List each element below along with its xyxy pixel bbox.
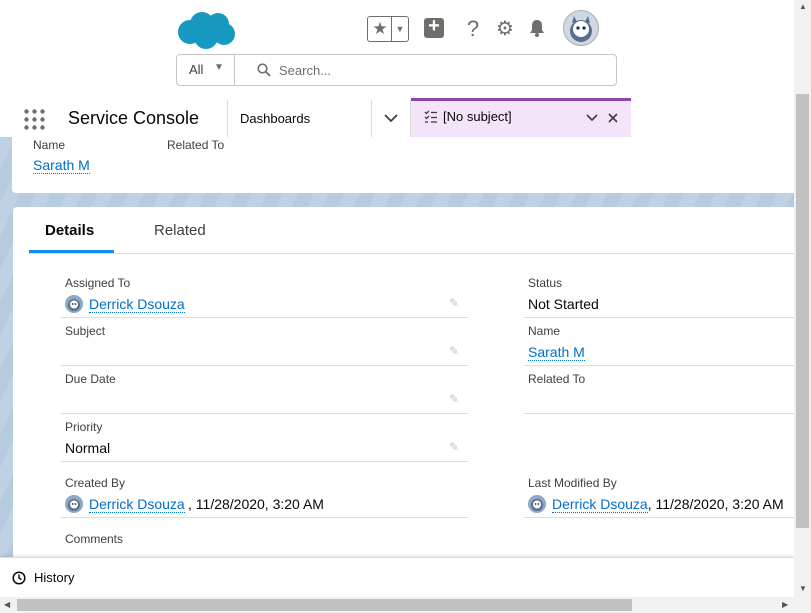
comments-label: Comments	[65, 532, 124, 546]
favorites-button[interactable]: ★ ▼	[367, 16, 409, 42]
last-modified-date: , 11/28/2020, 3:20 AM	[647, 496, 784, 512]
priority-label: Priority	[65, 420, 103, 434]
utility-item-history[interactable]: History	[8, 566, 88, 590]
history-label: History	[34, 570, 75, 585]
console-nav-bar: Service Console Dashboards [No subject]	[0, 98, 794, 140]
created-by-label: Created By	[65, 476, 126, 490]
status-label: Status	[528, 276, 563, 290]
search-input[interactable]	[277, 59, 601, 81]
scroll-left-arrow-icon[interactable]: ◀	[4, 600, 10, 609]
app-launcher-icon[interactable]	[24, 109, 45, 130]
name-label: Name	[528, 324, 561, 338]
status-value: Not Started	[528, 296, 599, 312]
plus-icon: +	[428, 15, 440, 37]
tab-no-subject[interactable]: [No subject]	[411, 98, 631, 137]
divider	[61, 317, 468, 318]
divider	[524, 517, 803, 518]
astro-avatar-icon	[570, 16, 592, 42]
name-link[interactable]: Sarath M	[33, 157, 90, 174]
divider	[61, 461, 468, 462]
global-header: ★ ▼ + ? ⚙ All ▼	[0, 0, 794, 101]
scroll-right-arrow-icon[interactable]: ▶	[782, 600, 788, 609]
gear-icon[interactable]: ⚙	[494, 17, 516, 41]
divider	[61, 413, 468, 414]
chevron-down-icon[interactable]	[586, 114, 598, 122]
pencil-icon[interactable]: ✎	[449, 345, 461, 357]
scroll-down-arrow-icon[interactable]: ▼	[799, 584, 807, 593]
related-to-label: Related To	[167, 138, 225, 152]
divider	[391, 17, 392, 41]
chevron-down-icon: ▼	[214, 62, 224, 73]
user-avatar-icon	[528, 495, 546, 513]
utility-bar: History	[0, 557, 794, 598]
pencil-icon[interactable]: ✎	[449, 393, 461, 405]
pencil-icon[interactable]: ✎	[449, 297, 461, 309]
nav-item-dashboards[interactable]: Dashboards	[240, 111, 310, 126]
search-icon	[257, 63, 271, 77]
last-modified-by-label: Last Modified By	[528, 476, 617, 490]
horizontal-scroll-thumb[interactable]	[17, 599, 632, 611]
name-link[interactable]: Sarath M	[528, 344, 585, 361]
vertical-scroll-thumb[interactable]	[796, 94, 809, 528]
close-icon[interactable]	[608, 113, 618, 123]
user-avatar[interactable]	[563, 10, 599, 46]
chevron-down-icon: ▼	[395, 24, 405, 34]
tab-related-label: Related	[154, 222, 206, 239]
divider	[227, 100, 228, 137]
subject-label: Subject	[65, 324, 106, 338]
tab-related[interactable]: Related	[143, 207, 233, 253]
star-icon: ★	[372, 19, 388, 38]
user-avatar-icon	[65, 295, 83, 313]
name-label: Name	[33, 138, 66, 152]
priority-value: Normal	[65, 440, 111, 456]
salesforce-logo[interactable]	[176, 10, 236, 50]
user-avatar-icon	[65, 495, 83, 513]
details-card: Details Related Assigned To Derrick Dsou…	[13, 207, 803, 557]
divider	[61, 365, 468, 366]
bell-icon[interactable]	[527, 18, 547, 38]
nav-menu-chevron-icon[interactable]	[384, 113, 398, 123]
search-scope-dropdown[interactable]: All ▼	[177, 55, 235, 85]
created-by-link[interactable]: Derrick Dsouza	[89, 496, 185, 513]
divider	[61, 517, 468, 518]
clock-icon	[12, 571, 26, 585]
horizontal-scrollbar[interactable]: ◀ ▶	[0, 597, 811, 613]
tab-details-label: Details	[45, 222, 95, 239]
divider	[524, 365, 803, 366]
help-icon[interactable]: ?	[462, 17, 484, 41]
divider	[524, 317, 803, 318]
related-to-label: Related To	[528, 372, 586, 386]
assigned-to-link[interactable]: Derrick Dsouza	[89, 296, 185, 313]
created-by-date: , 11/28/2020, 3:20 AM	[188, 496, 324, 512]
last-modified-by-value: Derrick Dsouza, 11/28/2020, 3:20 AM	[552, 496, 794, 514]
tab-details[interactable]: Details	[29, 207, 145, 253]
scroll-up-arrow-icon[interactable]: ▲	[799, 2, 807, 11]
pencil-icon[interactable]: ✎	[449, 441, 461, 453]
vertical-scrollbar[interactable]: ▲ ▼	[794, 0, 811, 597]
due-date-label: Due Date	[65, 372, 116, 386]
app-name: Service Console	[68, 108, 200, 128]
global-actions-button[interactable]: +	[424, 15, 444, 38]
divider	[29, 253, 803, 254]
last-modified-by-link[interactable]: Derrick Dsouza	[552, 496, 648, 513]
divider	[524, 413, 803, 414]
assigned-to-label: Assigned To	[65, 276, 131, 290]
global-search: All ▼	[176, 54, 617, 86]
tab-label: [No subject]	[443, 109, 512, 124]
search-scope-label: All	[189, 62, 204, 77]
divider	[371, 100, 372, 137]
highlights-card: Name Related To Sarath M	[12, 137, 802, 193]
task-icon	[424, 110, 437, 123]
